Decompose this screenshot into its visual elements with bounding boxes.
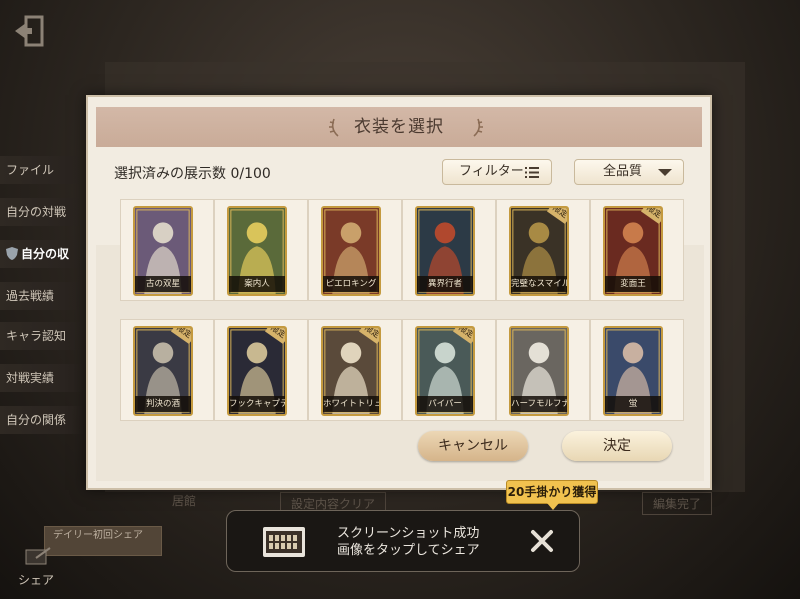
costume-slot[interactable]: 異界行者	[402, 199, 496, 301]
dialog-header: 衣装を選択	[96, 107, 702, 147]
close-icon[interactable]	[529, 528, 555, 554]
costume-slot[interactable]: 案内人	[214, 199, 308, 301]
shield-icon	[6, 247, 18, 260]
costume-slot[interactable]: ハーフモルフナイト	[496, 319, 590, 421]
costume-name: 古の双星	[135, 276, 191, 292]
costume-slot[interactable]: 古の双星	[120, 199, 214, 301]
sidebar-item-my-collection[interactable]: 自分の収	[0, 240, 84, 268]
costume-name: 変面王	[605, 276, 661, 292]
costume-card[interactable]: 案内人	[227, 206, 287, 296]
costume-name: ピエロキング	[323, 276, 379, 292]
costume-slot[interactable]: 完璧なスマイル 限定	[496, 199, 590, 301]
edit-done-button[interactable]: 編集完了	[642, 492, 713, 515]
costume-card[interactable]: パイパー 限定	[415, 326, 475, 416]
sidebar-item-match-achievements[interactable]: 対戦実績	[0, 364, 84, 392]
costume-slot[interactable]: フックキャプテン限定	[214, 319, 308, 421]
costume-card[interactable]: 古の双星	[133, 206, 193, 296]
costume-card[interactable]: 完璧なスマイル 限定	[509, 206, 569, 296]
share-label[interactable]: シェア	[18, 571, 54, 588]
costume-card[interactable]: ハーフモルフナイト	[509, 326, 569, 416]
sidebar-item-my-relations[interactable]: 自分の関係	[0, 406, 84, 434]
costume-slot[interactable]: ホワイトトリュフ限定	[308, 319, 402, 421]
laurel-right-icon	[473, 118, 483, 137]
costume-slot[interactable]: 変面王 限定	[590, 199, 684, 301]
sidebar-item-my-matches[interactable]: 自分の対戦	[0, 198, 84, 226]
dialog-title: 衣装を選択	[354, 117, 444, 137]
bottom-left-label: 居館	[172, 494, 197, 508]
costume-card[interactable]: ピエロキング	[321, 206, 381, 296]
cancel-button[interactable]: キャンセル	[418, 431, 528, 461]
toast-message: スクリーンショット成功 画像をタップしてシェア	[337, 525, 480, 559]
sidebar-item-character-cognition[interactable]: キャラ認知	[0, 322, 84, 350]
costume-slot[interactable]: ピエロキング	[308, 199, 402, 301]
costume-slot[interactable]: パイパー 限定	[402, 319, 496, 421]
daily-share-button[interactable]: デイリー初回シェア	[44, 526, 162, 556]
list-icon	[525, 167, 539, 178]
costume-grid: 古の双星 案内人 ピエロキング 異界行者 完璧なスマイル 限定 変面王 限定 判決の酒 限定 フック…	[120, 199, 686, 421]
costume-name: ホワイトトリュフ	[323, 396, 379, 412]
screenshot-thumbnail-icon[interactable]	[263, 527, 305, 557]
costume-name: パイパー	[417, 396, 473, 412]
costume-name: 蛍	[605, 396, 661, 412]
costume-name: 異界行者	[417, 276, 473, 292]
chevron-down-icon	[658, 169, 672, 176]
quality-select[interactable]: 全品質	[574, 159, 684, 185]
costume-name: フックキャプテン	[229, 396, 285, 412]
costume-card[interactable]: ホワイトトリュフ限定	[321, 326, 381, 416]
costume-name: ハーフモルフナイト	[511, 396, 567, 412]
reward-tag: 20手掛かり獲得	[506, 480, 598, 510]
share-icon[interactable]	[24, 546, 54, 566]
costume-card[interactable]: 蛍	[603, 326, 663, 416]
costume-name: 判決の酒	[135, 396, 191, 412]
selected-count: 選択済みの展示数 0/100	[114, 166, 271, 182]
costume-name: 案内人	[229, 276, 285, 292]
costume-card[interactable]: 異界行者	[415, 206, 475, 296]
costume-slot[interactable]: 判決の酒 限定	[120, 319, 214, 421]
costume-card[interactable]: 判決の酒 限定	[133, 326, 193, 416]
sidebar-item-past-records[interactable]: 過去戦績	[0, 282, 84, 310]
costume-card[interactable]: フックキャプテン限定	[227, 326, 287, 416]
costume-slot[interactable]: 蛍	[590, 319, 684, 421]
exit-icon[interactable]	[12, 14, 48, 48]
toast-line2: 画像をタップしてシェア	[337, 543, 480, 558]
costume-card[interactable]: 変面王 限定	[603, 206, 663, 296]
filter-button[interactable]: フィルター	[442, 159, 552, 185]
sidebar-item-file[interactable]: ファイル	[0, 156, 84, 184]
costume-select-dialog: 衣装を選択 選択済みの展示数 0/100 フィルター 全品質 古の双星 案内人 ピエ…	[86, 95, 712, 490]
costume-name: 完璧なスマイル	[511, 276, 567, 292]
confirm-button[interactable]: 決定	[562, 431, 672, 461]
toast-line1: スクリーンショット成功	[337, 526, 480, 541]
screenshot-toast[interactable]: スクリーンショット成功 画像をタップしてシェア	[226, 510, 580, 572]
